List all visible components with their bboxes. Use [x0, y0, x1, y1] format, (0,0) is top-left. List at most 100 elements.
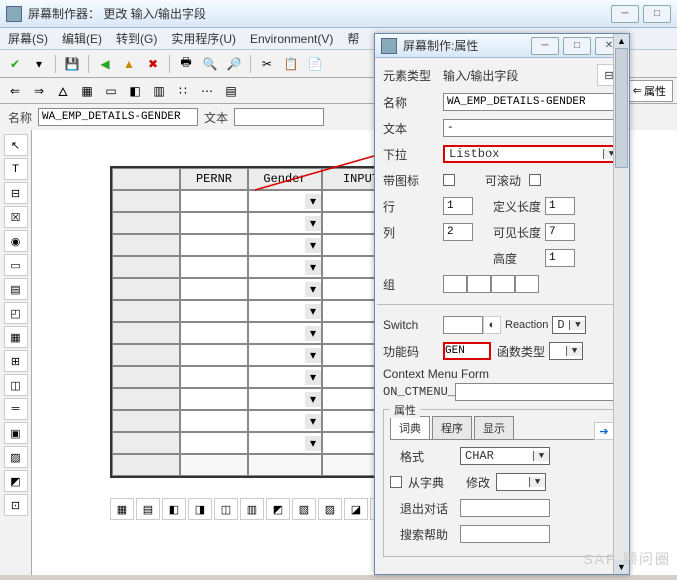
paste-icon[interactable]: 📄: [304, 53, 326, 75]
group-input-4[interactable]: [515, 275, 539, 293]
dropdown-label: 下拉: [383, 146, 443, 163]
menu-help[interactable]: 帮: [347, 30, 359, 47]
group-input-1[interactable]: [443, 275, 467, 293]
cut-icon[interactable]: ✂: [256, 53, 278, 75]
window-title: 屏幕制作器： 更改 输入/输出字段: [28, 5, 206, 22]
minimize-button[interactable]: ─: [611, 5, 639, 23]
grid-btn-8[interactable]: ▧: [292, 498, 316, 520]
functype-select[interactable]: ▼: [549, 342, 583, 360]
save-icon[interactable]: 💾: [61, 53, 83, 75]
grid-btn-9[interactable]: ▨: [318, 498, 342, 520]
gender-cell[interactable]: ▾: [248, 190, 322, 212]
cursor-tool-icon[interactable]: ↖: [4, 134, 28, 156]
activate-icon[interactable]: 🜂: [52, 80, 74, 102]
from-dict-checkbox[interactable]: [390, 476, 402, 488]
tool-2-icon[interactable]: ▨: [4, 446, 28, 468]
subscreen-tool-icon[interactable]: ▦: [4, 326, 28, 348]
dropdown-select[interactable]: Listbox▼: [443, 145, 621, 163]
tool-1-icon[interactable]: ▣: [4, 422, 28, 444]
properties-window: 屏幕制作:属性 ─ □ ✕ 元素类型 输入/输出字段 ⊟ 名称 文本 下拉 Li…: [374, 33, 630, 575]
tab-next-button[interactable]: ➔: [594, 422, 614, 440]
status-tool-icon[interactable]: ═: [4, 398, 28, 420]
name-label: 名称: [8, 109, 32, 126]
tool-3-icon[interactable]: ◩: [4, 470, 28, 492]
radio-tool-icon[interactable]: ◉: [4, 230, 28, 252]
maximize-button[interactable]: □: [643, 5, 671, 23]
ctxmenu-input[interactable]: [455, 383, 621, 401]
print-icon[interactable]: 🖶: [175, 53, 197, 75]
col-input[interactable]: [443, 223, 473, 241]
prop-scrollbar[interactable]: ▲ ▼: [613, 34, 629, 574]
format-select[interactable]: CHAR▼: [460, 447, 550, 465]
checkbox-tool-icon[interactable]: ☒: [4, 206, 28, 228]
tab-program[interactable]: 程序: [432, 416, 472, 439]
find-icon[interactable]: 🔍: [199, 53, 221, 75]
button-tool-icon[interactable]: ▭: [4, 254, 28, 276]
col-pernr[interactable]: PERNR: [180, 168, 248, 190]
height-input[interactable]: [545, 249, 575, 267]
up-icon[interactable]: ▲: [118, 53, 140, 75]
menu-edit[interactable]: 编辑(E): [62, 30, 102, 47]
def-len-input[interactable]: [545, 197, 575, 215]
tab-display[interactable]: 显示: [474, 416, 514, 439]
cancel-icon[interactable]: ✖: [142, 53, 164, 75]
tb-icon-3[interactable]: ▥: [148, 80, 170, 102]
layout-table[interactable]: PERNR Gender INPUT ▾ ▾ ▾ ▾ ▾ ▾ ▾ ▾ ▾ ▾ ▾…: [110, 166, 402, 478]
vertical-toolbar: ↖ T ⊟ ☒ ◉ ▭ ▤ ◰ ▦ ⊞ ◫ ═ ▣ ▨ ◩ ⊡: [0, 130, 32, 575]
tb-icon-4[interactable]: ∷: [172, 80, 194, 102]
tb-icon-5[interactable]: ⋯: [196, 80, 218, 102]
menu-goto[interactable]: 转到(G): [116, 30, 157, 47]
reaction-select[interactable]: D▼: [552, 316, 586, 334]
back-icon[interactable]: ◀: [94, 53, 116, 75]
tb-icon-2[interactable]: ◧: [124, 80, 146, 102]
funccode-input[interactable]: [443, 342, 491, 360]
group-input-2[interactable]: [467, 275, 491, 293]
tb-icon-1[interactable]: ▭: [100, 80, 122, 102]
modify-select[interactable]: ▼: [496, 473, 546, 491]
tool-4-icon[interactable]: ⊡: [4, 494, 28, 516]
grid-btn-5[interactable]: ◫: [214, 498, 238, 520]
check-icon[interactable]: ✔: [4, 53, 26, 75]
toolbar-dropdown[interactable]: ▾: [28, 53, 50, 75]
col-gender[interactable]: Gender: [248, 168, 322, 190]
exit-conv-input[interactable]: [460, 499, 550, 517]
prop-text-input[interactable]: [443, 119, 621, 137]
menu-screen[interactable]: 屏幕(S): [8, 30, 48, 47]
grid-btn-2[interactable]: ▤: [136, 498, 160, 520]
tb-icon-6[interactable]: ▤: [220, 80, 242, 102]
tab-tool-icon[interactable]: ▤: [4, 278, 28, 300]
prop-maximize-button[interactable]: □: [563, 37, 591, 55]
prop-minimize-button[interactable]: ─: [531, 37, 559, 55]
menu-utilities[interactable]: 实用程序(U): [171, 30, 236, 47]
prop-name-input[interactable]: [443, 93, 621, 111]
test-icon[interactable]: ▦: [76, 80, 98, 102]
switch-button[interactable]: ◐: [483, 316, 501, 334]
grid-btn-7[interactable]: ◩: [266, 498, 290, 520]
copy-icon[interactable]: 📋: [280, 53, 302, 75]
arrow-left-icon[interactable]: ⇐: [4, 80, 26, 102]
grid-btn-1[interactable]: ▦: [110, 498, 134, 520]
tab-dictionary[interactable]: 词典: [390, 416, 430, 439]
switch-input[interactable]: [443, 316, 483, 334]
row-input[interactable]: [443, 197, 473, 215]
grid-btn-3[interactable]: ◧: [162, 498, 186, 520]
text-input[interactable]: [234, 108, 324, 126]
vis-len-input[interactable]: [545, 223, 575, 241]
grid-btn-6[interactable]: ▥: [240, 498, 264, 520]
table-tool-icon[interactable]: ⊞: [4, 350, 28, 372]
custom-tool-icon[interactable]: ◫: [4, 374, 28, 396]
menu-environment[interactable]: Environment(V): [250, 32, 333, 46]
search-help-input[interactable]: [460, 525, 550, 543]
text-tool-icon[interactable]: T: [4, 158, 28, 180]
name-input[interactable]: [38, 108, 198, 126]
input-tool-icon[interactable]: ⊟: [4, 182, 28, 204]
grid-btn-10[interactable]: ◪: [344, 498, 368, 520]
arrow-right-icon[interactable]: ⇒: [28, 80, 50, 102]
with-icon-checkbox[interactable]: [443, 174, 455, 186]
grid-btn-4[interactable]: ◨: [188, 498, 212, 520]
scrollable-checkbox[interactable]: [529, 174, 541, 186]
box-tool-icon[interactable]: ◰: [4, 302, 28, 324]
properties-button[interactable]: ⇐ 属性: [626, 80, 673, 102]
find-next-icon[interactable]: 🔎: [223, 53, 245, 75]
group-input-3[interactable]: [491, 275, 515, 293]
